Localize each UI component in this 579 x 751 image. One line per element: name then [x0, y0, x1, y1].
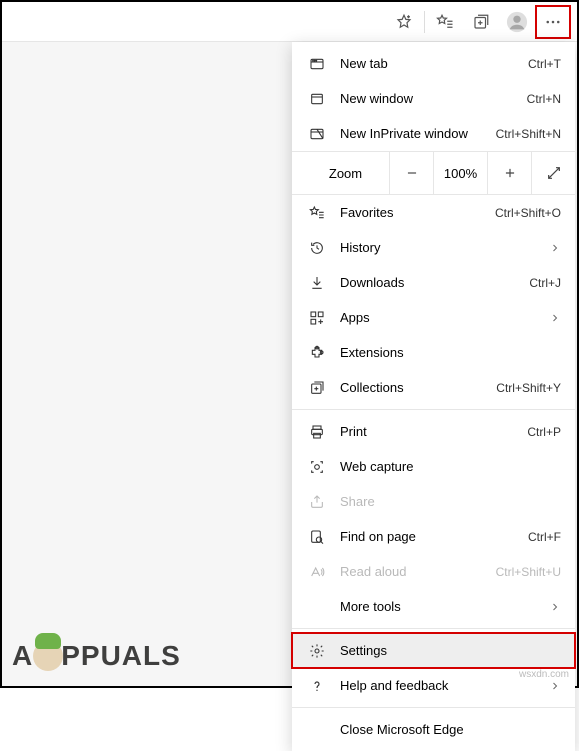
plus-icon: [503, 166, 517, 180]
brand-text: PPUALS: [61, 640, 181, 672]
more-button[interactable]: [535, 5, 571, 39]
menu-settings[interactable]: Settings: [292, 633, 575, 668]
menu-new-window[interactable]: New window Ctrl+N: [292, 81, 575, 116]
menu-separator: [292, 707, 575, 708]
chevron-right-icon: [549, 312, 561, 324]
menu-downloads[interactable]: Downloads Ctrl+J: [292, 265, 575, 300]
menu-label: Web capture: [340, 459, 561, 474]
star-lines-icon: [436, 13, 454, 31]
zoom-out-button[interactable]: [389, 151, 433, 195]
menu-share: Share: [292, 484, 575, 519]
star-plus-icon: [395, 13, 413, 31]
fullscreen-icon: [546, 165, 562, 181]
menu-shortcut: Ctrl+N: [527, 92, 561, 106]
browser-toolbar: [2, 2, 577, 42]
menu-history[interactable]: History: [292, 230, 575, 265]
brand-letter: A: [12, 640, 33, 672]
read-aloud-icon: [306, 564, 328, 580]
favorites-button[interactable]: [427, 6, 463, 38]
chevron-right-icon: [549, 242, 561, 254]
menu-label: More tools: [340, 599, 541, 614]
menu-label: Apps: [340, 310, 541, 325]
add-favorite-button[interactable]: [386, 6, 422, 38]
menu-close-edge[interactable]: Close Microsoft Edge: [292, 712, 575, 747]
zoom-value: 100%: [433, 151, 487, 195]
menu-shortcut: Ctrl+P: [527, 425, 561, 439]
share-icon: [306, 494, 328, 510]
watermark-text: wsxdn.com: [519, 669, 569, 680]
collections-icon: [472, 13, 490, 31]
brand-logo: A PPUALS: [12, 640, 181, 672]
menu-label: Print: [340, 424, 527, 439]
menu-shortcut: Ctrl+F: [528, 530, 561, 544]
menu-new-inprivate[interactable]: New InPrivate window Ctrl+Shift+N: [292, 116, 575, 151]
menu-zoom-row: Zoom 100%: [292, 151, 575, 195]
collections-icon: [306, 380, 328, 396]
help-icon: [306, 678, 328, 694]
zoom-in-button[interactable]: [487, 151, 531, 195]
new-tab-icon: [306, 56, 328, 72]
chevron-right-icon: [549, 680, 561, 692]
profile-icon: [506, 11, 528, 33]
find-icon: [306, 529, 328, 545]
downloads-icon: [306, 275, 328, 291]
history-icon: [306, 240, 328, 256]
window-icon: [306, 91, 328, 107]
extensions-icon: [306, 345, 328, 361]
menu-label: New InPrivate window: [340, 126, 496, 141]
menu-label: Read aloud: [340, 564, 496, 579]
menu-separator: [292, 628, 575, 629]
menu-label: Share: [340, 494, 561, 509]
menu-print[interactable]: Print Ctrl+P: [292, 414, 575, 449]
page-content: [2, 42, 293, 686]
menu-shortcut: Ctrl+T: [528, 57, 561, 71]
collections-button[interactable]: [463, 6, 499, 38]
chevron-right-icon: [549, 601, 561, 613]
menu-new-tab[interactable]: New tab Ctrl+T: [292, 46, 575, 81]
menu-find[interactable]: Find on page Ctrl+F: [292, 519, 575, 554]
zoom-label: Zoom: [292, 166, 389, 181]
web-capture-icon: [306, 459, 328, 475]
menu-shortcut: Ctrl+Shift+O: [495, 206, 561, 220]
menu-shortcut: Ctrl+J: [529, 276, 561, 290]
gear-icon: [306, 643, 328, 659]
favorites-icon: [306, 205, 328, 221]
menu-label: Settings: [340, 643, 561, 658]
menu-web-capture[interactable]: Web capture: [292, 449, 575, 484]
apps-icon: [306, 310, 328, 326]
profile-button[interactable]: [499, 6, 535, 38]
toolbar-separator: [424, 11, 425, 33]
minus-icon: [405, 166, 419, 180]
brand-face-icon: [33, 641, 63, 671]
menu-favorites[interactable]: Favorites Ctrl+Shift+O: [292, 195, 575, 230]
menu-collections[interactable]: Collections Ctrl+Shift+Y: [292, 370, 575, 405]
menu-label: Extensions: [340, 345, 561, 360]
settings-menu: New tab Ctrl+T New window Ctrl+N New InP…: [292, 42, 575, 751]
menu-label: New window: [340, 91, 527, 106]
menu-label: Help and feedback: [340, 678, 541, 693]
menu-separator: [292, 409, 575, 410]
print-icon: [306, 424, 328, 440]
menu-apps[interactable]: Apps: [292, 300, 575, 335]
menu-label: History: [340, 240, 541, 255]
menu-label: Favorites: [340, 205, 495, 220]
menu-read-aloud: Read aloud Ctrl+Shift+U: [292, 554, 575, 589]
menu-label: Collections: [340, 380, 496, 395]
inprivate-icon: [306, 126, 328, 142]
menu-label: Downloads: [340, 275, 529, 290]
menu-label: Find on page: [340, 529, 528, 544]
menu-label: Close Microsoft Edge: [340, 722, 561, 737]
menu-shortcut: Ctrl+Shift+U: [496, 565, 561, 579]
menu-more-tools[interactable]: More tools: [292, 589, 575, 624]
fullscreen-button[interactable]: [531, 151, 575, 195]
menu-shortcut: Ctrl+Shift+N: [496, 127, 561, 141]
menu-extensions[interactable]: Extensions: [292, 335, 575, 370]
more-icon: [544, 13, 562, 31]
menu-shortcut: Ctrl+Shift+Y: [496, 381, 561, 395]
menu-label: New tab: [340, 56, 528, 71]
